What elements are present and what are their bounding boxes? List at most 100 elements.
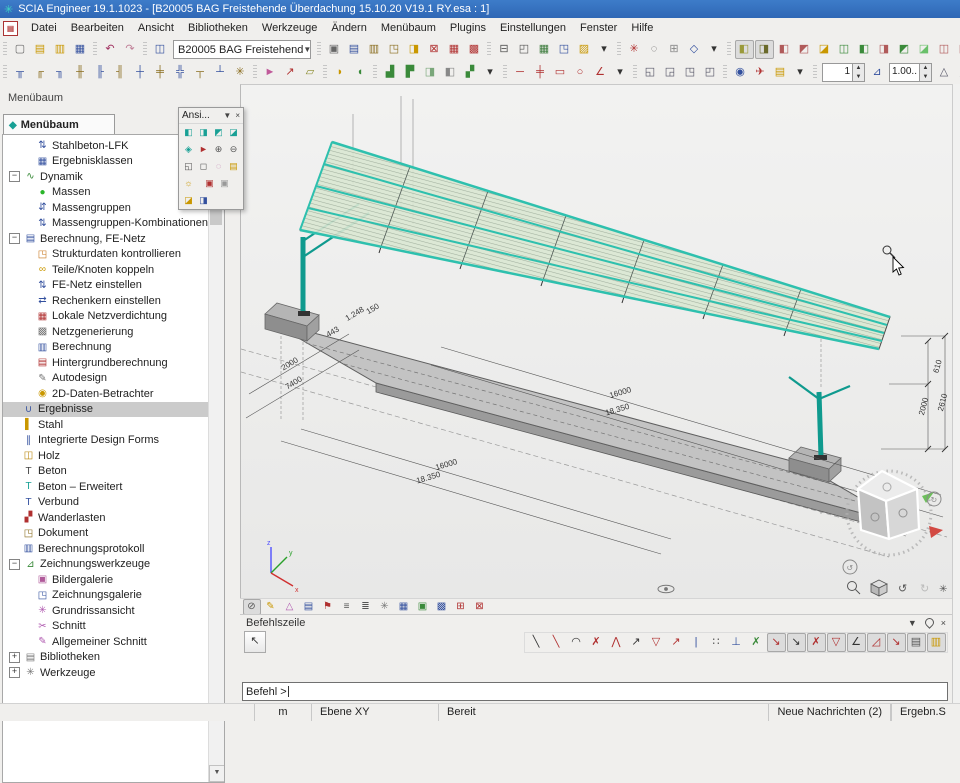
filter-icon[interactable]: ◩ [895, 40, 914, 59]
status-unit[interactable]: m [255, 704, 312, 721]
toolbar-grip[interactable] [487, 42, 491, 57]
member-icon[interactable]: ┴ [211, 63, 230, 82]
tree-item-2d-daten-betrachter[interactable]: ◉2D-Daten-Betrachter [3, 386, 209, 402]
toolbar-grip[interactable] [503, 65, 507, 80]
move-icon[interactable]: ► [261, 63, 280, 82]
project-window-icon[interactable]: ◫ [151, 40, 170, 59]
down-arrow-icon[interactable]: ▼ [920, 73, 931, 82]
volumes-icon[interactable]: ▤ [300, 599, 318, 615]
filter-icon[interactable]: ◪ [915, 40, 934, 59]
mesh-icon[interactable]: ▩ [465, 40, 484, 59]
tree-item-integrierte-design-forms[interactable]: ∥Integrierte Design Forms [3, 433, 209, 449]
viewport[interactable]: 1600018.3501600018.350610200026102000740… [240, 84, 953, 599]
snap-grid-icon[interactable]: ∷ [707, 633, 726, 652]
left-footing[interactable] [265, 303, 319, 341]
menu-plugins[interactable]: Plugins [443, 18, 493, 38]
command-panel-header[interactable]: Befehlszeile ▼ × [240, 615, 952, 630]
visibility-icon[interactable]: ◉ [731, 63, 750, 82]
beam-icon[interactable]: ╖ [51, 63, 70, 82]
modify-icon[interactable]: ▞ [461, 63, 480, 82]
up-arrow-icon[interactable]: ▲ [853, 64, 864, 73]
tree-item-grundrissansicht[interactable]: ✳Grundrissansicht [3, 603, 209, 619]
menu--ndern[interactable]: Ändern [324, 18, 373, 38]
scrollbar-down-arrow[interactable]: ▼ [209, 765, 225, 782]
snap-cross-icon[interactable]: ✗ [747, 633, 766, 652]
scale-stepper[interactable]: 1 ▲▼ [822, 63, 865, 82]
labels-icon[interactable]: ⚑ [319, 599, 337, 615]
close-icon[interactable]: × [235, 111, 240, 120]
close-icon[interactable]: × [941, 618, 946, 628]
calculator-icon[interactable]: ▦ [535, 40, 554, 59]
zoom-in-icon[interactable]: ⊕ [212, 143, 226, 157]
tree-item-massengruppen-kombinationen[interactable]: ⇅Massengruppen-Kombinationen [3, 216, 209, 232]
viewport-nav-icons[interactable]: ↺ ↻ ✳ [848, 580, 948, 596]
snap-calc-icon[interactable]: ▥ [927, 633, 946, 652]
snap-midpoint-icon[interactable]: ⋀ [607, 633, 626, 652]
more-icon[interactable]: ▾ [611, 63, 630, 82]
copy-icon[interactable]: ◱ [641, 63, 660, 82]
filter-icon[interactable]: ◧ [735, 40, 754, 59]
tab-menubaum[interactable]: ◆ Menübaum [3, 114, 115, 135]
select-icon[interactable]: ◗ [331, 63, 350, 82]
project-dropdown[interactable]: B20005 BAG Freistehend ▼ [173, 40, 311, 59]
toolbar-grip[interactable] [633, 65, 637, 80]
tree-item-bildergalerie[interactable]: ▣Bildergalerie [3, 572, 209, 588]
filter-icon[interactable]: ◧ [775, 40, 794, 59]
dimension-lines-icon[interactable]: ▦ [395, 599, 413, 615]
cube-rotate-red-arrow[interactable] [929, 526, 943, 538]
snap-point-icon[interactable]: ↗ [667, 633, 686, 652]
zoom-region-icon[interactable] [848, 582, 861, 595]
modify-icon[interactable]: ▟ [381, 63, 400, 82]
calculation-icon[interactable]: ▦ [445, 40, 464, 59]
units-icon[interactable]: ⊞ [665, 40, 684, 59]
tree-item-berechnung[interactable]: ▥Berechnung [3, 340, 209, 356]
circle-icon[interactable]: ○ [571, 63, 590, 82]
model-view-icon[interactable]: ▣ [414, 599, 432, 615]
snap-edge2-icon[interactable]: ↘ [787, 633, 806, 652]
snap-dir-icon[interactable]: ↘ [887, 633, 906, 652]
menu-fenster[interactable]: Fenster [573, 18, 624, 38]
snap-angle-icon[interactable]: ∠ [847, 633, 866, 652]
menu-bearbeiten[interactable]: Bearbeiten [64, 18, 131, 38]
deselect-icon[interactable]: ◖ [351, 63, 370, 82]
tree-scrollbar[interactable]: ▼ [208, 135, 224, 782]
toolbar-grip[interactable] [373, 65, 377, 80]
tree-item-teile-knoten-koppeln[interactable]: ∞Teile/Knoten koppeln [3, 262, 209, 278]
zoom-all-icon[interactable]: ◻ [197, 160, 211, 174]
grid-icon[interactable]: ╬ [171, 63, 190, 82]
toolbar-grip[interactable] [323, 65, 327, 80]
tree-item-strukturdaten-kontrollieren[interactable]: ◳Strukturdaten kontrollieren [3, 247, 209, 263]
printer-icon[interactable]: ⊟ [495, 40, 514, 59]
project-data-icon[interactable]: ▣ [325, 40, 344, 59]
more-icon[interactable]: ▾ [595, 40, 614, 59]
tree-item-beton[interactable]: TBeton [3, 464, 209, 480]
view-x-icon[interactable]: ◧ [182, 126, 196, 140]
scale-icon[interactable]: ⊿ [868, 63, 887, 82]
stepper-arrows[interactable]: ▲▼ [852, 64, 864, 81]
cleaner-icon[interactable]: ⊠ [425, 40, 444, 59]
query-icon[interactable]: ◇ [685, 40, 704, 59]
menu-einstellungen[interactable]: Einstellungen [493, 18, 573, 38]
status-plane[interactable]: Ebene XY [312, 704, 439, 721]
filter-icon[interactable]: ◫ [935, 40, 954, 59]
snap-angle-icon[interactable]: ◬ [955, 63, 960, 82]
concrete-slab[interactable] [269, 321, 906, 534]
more2-icon[interactable]: ▾ [705, 40, 724, 59]
snap-ortho-icon[interactable]: ⊥ [727, 633, 746, 652]
collapse-icon[interactable]: − [9, 559, 20, 570]
snap-intersection-icon[interactable]: ✗ [587, 633, 606, 652]
more-icon[interactable]: ▾ [791, 63, 810, 82]
command-input[interactable]: Befehl > [242, 682, 948, 701]
redo-icon[interactable]: ↷ [121, 40, 140, 59]
new-document-icon[interactable]: ▢ [11, 40, 30, 59]
canopy-roof[interactable] [300, 142, 890, 349]
menu-hilfe[interactable]: Hilfe [624, 18, 660, 38]
surfaces-icon[interactable]: △ [281, 599, 299, 615]
collapse-icon[interactable]: − [9, 171, 20, 182]
snap-cursor-icon[interactable]: | [687, 633, 706, 652]
filter-icon[interactable]: ◪ [815, 40, 834, 59]
save-project-icon[interactable]: ▥ [51, 40, 70, 59]
rotate-icon[interactable]: ↗ [281, 63, 300, 82]
angle-step-icon[interactable]: △ [935, 63, 954, 82]
hide-icon[interactable]: ✈ [751, 63, 770, 82]
